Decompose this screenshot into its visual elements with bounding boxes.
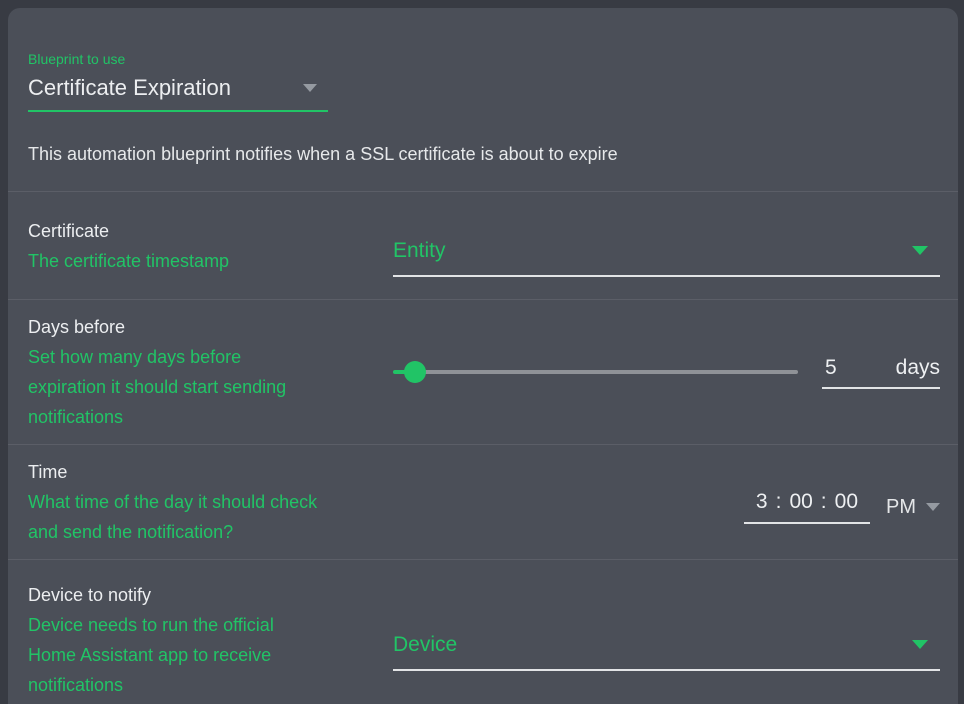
chevron-down-icon bbox=[912, 246, 928, 255]
time-minutes[interactable]: 00 bbox=[789, 490, 812, 514]
meridiem-value: PM bbox=[886, 496, 916, 519]
row-description: What time of the day it should check and… bbox=[28, 487, 377, 547]
row-description: The certificate timestamp bbox=[28, 246, 377, 276]
row-description: Set how many days before expiration it s… bbox=[28, 342, 377, 432]
device-select[interactable]: Device bbox=[393, 633, 940, 671]
time-control: 3 : 00 : 00 PM bbox=[393, 490, 940, 524]
chevron-down-icon bbox=[926, 503, 940, 511]
setting-row-time: Time What time of the day it should chec… bbox=[8, 444, 958, 559]
row-label-block: Device to notify Device needs to run the… bbox=[28, 580, 393, 700]
setting-row-certificate: Certificate The certificate timestamp En… bbox=[8, 191, 958, 299]
setting-row-device-to-notify: Device to notify Device needs to run the… bbox=[8, 559, 958, 704]
blueprint-description: This automation blueprint notifies when … bbox=[28, 142, 938, 166]
device-select-value: Device bbox=[393, 633, 457, 657]
blueprint-picker-section: Blueprint to use Certificate Expiration bbox=[8, 8, 958, 112]
time-input[interactable]: 3 : 00 : 00 bbox=[744, 490, 870, 524]
days-before-control: 5 days bbox=[393, 356, 940, 389]
row-label-block: Certificate The certificate timestamp bbox=[28, 216, 393, 276]
time-hours[interactable]: 3 bbox=[756, 490, 768, 514]
chevron-down-icon bbox=[912, 640, 928, 649]
days-slider-thumb[interactable] bbox=[404, 361, 426, 383]
blueprint-picker-label: Blueprint to use bbox=[28, 51, 938, 67]
days-number-value: 5 bbox=[822, 356, 837, 380]
row-label-block: Time What time of the day it should chec… bbox=[28, 457, 393, 547]
days-number-input[interactable]: 5 days bbox=[822, 356, 940, 389]
time-seconds[interactable]: 00 bbox=[835, 490, 858, 514]
setting-row-days-before: Days before Set how many days before exp… bbox=[8, 299, 958, 444]
row-heading: Days before bbox=[28, 312, 377, 342]
days-slider-track bbox=[408, 370, 798, 374]
row-description: Device needs to run the official Home As… bbox=[28, 610, 377, 700]
time-separator: : bbox=[776, 490, 782, 514]
row-heading: Certificate bbox=[28, 216, 377, 246]
chevron-down-icon bbox=[303, 84, 317, 92]
blueprint-select[interactable]: Certificate Expiration bbox=[28, 67, 328, 112]
entity-select[interactable]: Entity bbox=[393, 239, 940, 277]
row-label-block: Days before Set how many days before exp… bbox=[28, 312, 393, 432]
blueprint-config-card: Blueprint to use Certificate Expiration … bbox=[8, 8, 958, 704]
meridiem-select[interactable]: PM bbox=[886, 496, 940, 519]
days-slider[interactable] bbox=[393, 361, 798, 383]
entity-select-value: Entity bbox=[393, 239, 446, 263]
row-heading: Device to notify bbox=[28, 580, 377, 610]
time-separator: : bbox=[821, 490, 827, 514]
days-number-suffix: days bbox=[896, 356, 940, 380]
blueprint-select-value: Certificate Expiration bbox=[28, 75, 231, 101]
row-heading: Time bbox=[28, 457, 377, 487]
